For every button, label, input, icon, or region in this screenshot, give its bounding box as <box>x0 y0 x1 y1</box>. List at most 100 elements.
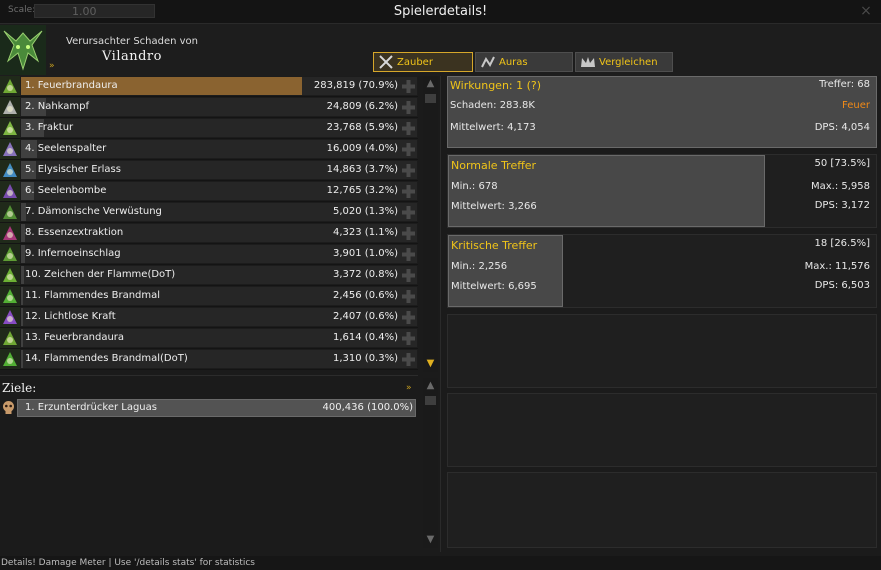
header-expand-icon[interactable]: » <box>49 61 55 71</box>
spell-name: 11. Flammendes Brandmal <box>25 290 161 301</box>
add-compare-icon[interactable] <box>401 205 416 220</box>
spell-bar <box>21 308 23 326</box>
add-compare-icon[interactable] <box>401 289 416 304</box>
title-bar: Scale: 1.00 Spielerdetails! × <box>0 0 881 24</box>
spell-row[interactable]: 10. Zeichen der Flamme(DoT) 3,372 (0.8%) <box>0 265 418 286</box>
skull-icon <box>3 401 14 414</box>
list-divider <box>0 375 418 376</box>
normal-hits-average: Mittelwert: 3,266 <box>451 201 537 212</box>
target-row[interactable]: 1. Erzunterdrücker Laguas 400,436 (100.0… <box>0 398 418 418</box>
critical-hits-title: Kritische Treffer <box>451 239 538 252</box>
tab-compare-label: Vergleichen <box>599 56 658 68</box>
spell-row[interactable]: 13. Feuerbrandaura 1,614 (0.4%) <box>0 328 418 349</box>
add-compare-icon[interactable] <box>401 184 416 199</box>
tab-compare[interactable]: Vergleichen <box>575 52 673 72</box>
spell-icon <box>0 76 20 96</box>
detail-school: Feuer <box>842 100 870 111</box>
spell-bar <box>21 329 23 347</box>
detail-summary-title: Wirkungen: 1 (?) <box>450 79 542 92</box>
spell-value: 14,863 (3.7%) <box>326 164 398 175</box>
scroll-up-arrow-icon[interactable]: ▲ <box>423 78 438 90</box>
spell-list-scrollbar[interactable]: ▲ ▼ <box>423 76 438 372</box>
add-compare-icon[interactable] <box>401 352 416 367</box>
status-bar: Details! Damage Meter | Use '/details st… <box>0 556 881 570</box>
detail-dps: DPS: 4,054 <box>814 122 870 133</box>
spell-icon <box>0 307 20 327</box>
spell-row[interactable]: 8. Essenzextraktion 4,323 (1.1%) <box>0 223 418 244</box>
spell-value: 12,765 (3.2%) <box>326 185 398 196</box>
spell-list: 1. Feuerbrandaura 283,819 (70.9%) 2. Nahka… <box>0 76 418 370</box>
close-button[interactable]: × <box>859 4 873 18</box>
spell-row[interactable]: 2. Nahkampf 24,809 (6.2%) <box>0 97 418 118</box>
damage-source-label: Verursachter Schaden von <box>66 36 199 47</box>
detail-empty-box-3 <box>447 472 877 548</box>
normal-hits-min: Min.: 678 <box>451 181 498 192</box>
critical-hits-max: Max.: 11,576 <box>804 261 870 272</box>
add-compare-icon[interactable] <box>401 247 416 262</box>
spell-row[interactable]: 12. Lichtlose Kraft 2,407 (0.6%) <box>0 307 418 328</box>
spell-name: 13. Feuerbrandaura <box>25 332 125 343</box>
scroll-thumb[interactable] <box>425 94 436 103</box>
spell-value: 1,310 (0.3%) <box>332 353 398 364</box>
spell-name: 1. Feuerbrandaura <box>25 80 118 91</box>
critical-hits-average: Mittelwert: 6,695 <box>451 281 537 292</box>
spell-row[interactable]: 5. Elysischer Erlass 14,863 (3.7%) <box>0 160 418 181</box>
add-compare-icon[interactable] <box>401 142 416 157</box>
spell-row[interactable]: 7. Dämonische Verwüstung 5,020 (1.3%) <box>0 202 418 223</box>
spell-icon <box>0 97 20 117</box>
spell-bar <box>21 350 23 368</box>
targets-scroll-up-arrow-icon[interactable]: ▲ <box>423 380 438 392</box>
spell-row[interactable]: 1. Feuerbrandaura 283,819 (70.9%) <box>0 76 418 97</box>
detail-damage: Schaden: 283.8K <box>450 100 535 111</box>
add-compare-icon[interactable] <box>401 226 416 241</box>
detail-hits: Treffer: 68 <box>819 79 870 90</box>
spell-row[interactable]: 6. Seelenbombe 12,765 (3.2%) <box>0 181 418 202</box>
spell-icon <box>0 265 20 285</box>
add-compare-icon[interactable] <box>401 163 416 178</box>
critical-hits-min: Min.: 2,256 <box>451 261 508 272</box>
spell-icon <box>0 223 20 243</box>
player-header: » Verursachter Schaden von Vilandro Zaub… <box>0 24 881 76</box>
spell-value: 283,819 (70.9%) <box>313 80 398 91</box>
targets-scroll-down-arrow-icon[interactable]: ▼ <box>423 534 438 546</box>
spell-name: 9. Infernoeinschlag <box>25 248 121 259</box>
spell-name: 12. Lichtlose Kraft <box>25 311 116 322</box>
tab-auras[interactable]: Auras <box>475 52 573 72</box>
targets-scrollbar[interactable]: ▲ ▼ <box>423 378 438 548</box>
spell-row[interactable]: 11. Flammendes Brandmal 2,456 (0.6%) <box>0 286 418 307</box>
spell-row[interactable]: 3. Fraktur 23,768 (5.9%) <box>0 118 418 139</box>
scroll-down-arrow-icon[interactable]: ▼ <box>423 358 438 370</box>
detail-normal-box: Normale Treffer 50 [73.5%] Min.: 678 Max… <box>447 154 877 228</box>
spell-name: 2. Nahkampf <box>25 101 90 112</box>
spell-row[interactable]: 4. Seelenspalter 16,009 (4.0%) <box>0 139 418 160</box>
spell-icon <box>0 139 20 159</box>
aura-icon <box>481 56 495 68</box>
spell-value: 5,020 (1.3%) <box>332 206 398 217</box>
tab-spells[interactable]: Zauber <box>373 52 473 72</box>
class-avatar-icon <box>0 25 46 75</box>
crown-icon <box>581 57 595 67</box>
spell-value: 2,456 (0.6%) <box>332 290 398 301</box>
spell-icon <box>0 286 20 306</box>
add-compare-icon[interactable] <box>401 331 416 346</box>
tab-auras-label: Auras <box>499 56 528 68</box>
targets-scroll-thumb[interactable] <box>425 396 436 405</box>
add-compare-icon[interactable] <box>401 268 416 283</box>
critical-hits-dps: DPS: 6,503 <box>814 280 870 291</box>
targets-expand-icon[interactable]: » <box>406 383 412 393</box>
spell-row[interactable]: 14. Flammendes Brandmal(DoT) 1,310 (0.3%) <box>0 349 418 370</box>
spell-name: 14. Flammendes Brandmal(DoT) <box>25 353 188 364</box>
spell-value: 1,614 (0.4%) <box>332 332 398 343</box>
add-compare-icon[interactable] <box>401 310 416 325</box>
add-compare-icon[interactable] <box>401 121 416 136</box>
spell-name: 6. Seelenbombe <box>25 185 107 196</box>
critical-hits-count: 18 [26.5%] <box>814 238 870 249</box>
add-compare-icon[interactable] <box>401 100 416 115</box>
normal-hits-title: Normale Treffer <box>451 159 537 172</box>
spell-name: 4. Seelenspalter <box>25 143 107 154</box>
panel-divider <box>440 76 441 552</box>
spell-row[interactable]: 9. Infernoeinschlag 3,901 (1.0%) <box>0 244 418 265</box>
add-compare-icon[interactable] <box>401 79 416 94</box>
spell-icon <box>0 202 20 222</box>
detail-critical-box: Kritische Treffer 18 [26.5%] Min.: 2,256… <box>447 234 877 308</box>
